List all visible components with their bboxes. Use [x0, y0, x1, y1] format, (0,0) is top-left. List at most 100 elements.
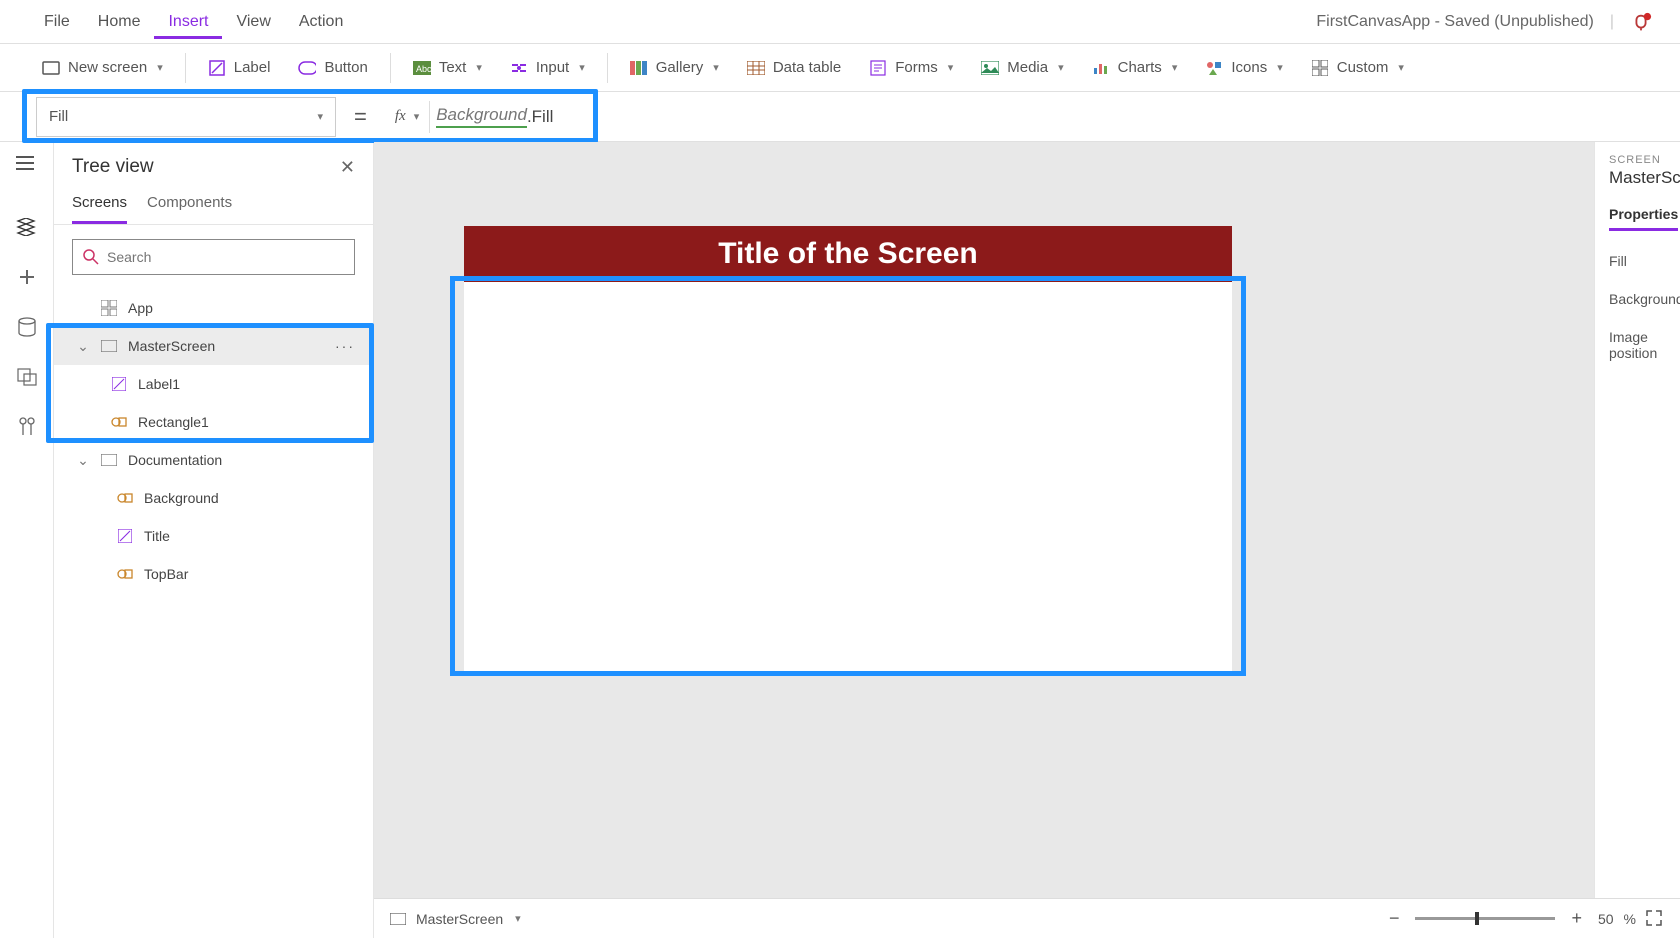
chevron-down-icon: ▾ [1277, 61, 1283, 74]
search-icon [83, 249, 99, 265]
search-input[interactable] [107, 249, 344, 265]
menu-action[interactable]: Action [285, 5, 357, 39]
shape-icon [110, 413, 128, 431]
chevron-down-icon: ▾ [317, 110, 323, 123]
ribbon: New screen▾ Label Button Abc Text▾ Input… [0, 44, 1680, 92]
fx-button[interactable]: fx▾ [385, 108, 429, 125]
zoom-value: 50 [1598, 911, 1614, 927]
label-icon [208, 59, 226, 77]
charts-icon [1092, 59, 1110, 77]
rail-media[interactable] [14, 364, 40, 390]
tree-node-app[interactable]: App [54, 289, 373, 327]
input-button[interactable]: Input▾ [498, 53, 597, 83]
equals-sign: = [336, 104, 385, 130]
more-icon[interactable]: ··· [335, 338, 355, 354]
zoom-pct: % [1624, 911, 1636, 927]
chevron-down-icon[interactable]: ▾ [515, 912, 521, 925]
screen-icon [100, 337, 118, 355]
forms-icon [869, 59, 887, 77]
gallery-icon [630, 59, 648, 77]
tree-node-background[interactable]: Background [54, 479, 373, 517]
canvas-area[interactable]: Title of the Screen [374, 142, 1594, 938]
menu-view[interactable]: View [222, 5, 284, 39]
chevron-down-icon[interactable]: ⌄ [76, 452, 90, 469]
search-box[interactable] [72, 239, 355, 275]
zoom-in-button[interactable]: + [1565, 908, 1588, 929]
charts-button[interactable]: Charts▾ [1080, 53, 1190, 83]
screen-icon [42, 59, 60, 77]
zoom-slider[interactable] [1415, 917, 1555, 920]
tree-node-topbar[interactable]: TopBar [54, 555, 373, 593]
property-selector[interactable]: Fill ▾ [36, 97, 336, 137]
screen-canvas[interactable]: Title of the Screen [464, 226, 1232, 672]
screen-icon [100, 451, 118, 469]
data-table-button[interactable]: Data table [735, 53, 853, 83]
label-icon [116, 527, 134, 545]
tab-screens[interactable]: Screens [72, 194, 127, 224]
svg-text:Abc: Abc [416, 64, 431, 74]
icons-icon [1205, 59, 1223, 77]
gallery-button[interactable]: Gallery▾ [618, 53, 731, 83]
label-icon [110, 375, 128, 393]
label-button[interactable]: Label [196, 53, 283, 83]
button-button[interactable]: Button [286, 53, 379, 83]
close-icon[interactable]: ✕ [340, 157, 355, 178]
zoom-out-button[interactable]: − [1383, 908, 1406, 929]
formula-input[interactable]: Background.Fill [430, 105, 600, 128]
menu-file[interactable]: File [30, 5, 84, 39]
new-screen-button[interactable]: New screen▾ [30, 53, 175, 83]
menu-bar: File Home Insert View Action FirstCanvas… [0, 0, 1680, 44]
tree-node-masterscreen[interactable]: ⌄ MasterScreen ··· [54, 327, 373, 365]
health-icon[interactable] [1630, 12, 1650, 32]
tree-list: App ⌄ MasterScreen ··· Label1 Rectangle1… [54, 289, 373, 938]
menu-insert[interactable]: Insert [154, 5, 222, 39]
rail-insert[interactable] [14, 264, 40, 290]
table-icon [747, 59, 765, 77]
tree-node-title[interactable]: Title [54, 517, 373, 555]
shape-icon [116, 565, 134, 583]
text-icon: Abc [413, 59, 431, 77]
rail-tools[interactable] [14, 414, 40, 440]
chevron-down-icon: ▾ [1058, 61, 1064, 74]
tab-components[interactable]: Components [147, 194, 232, 224]
formula-bar: Fill ▾ = fx▾ Background.Fill [0, 92, 1680, 142]
app-title: FirstCanvasApp - Saved (Unpublished) [1316, 13, 1593, 31]
tree-node-label1[interactable]: Label1 [54, 365, 373, 403]
tree-node-rectangle1[interactable]: Rectangle1 [54, 403, 373, 441]
hamburger-icon[interactable] [16, 156, 34, 170]
chevron-down-icon[interactable]: ⌄ [76, 338, 90, 355]
chevron-down-icon: ▾ [1172, 61, 1178, 74]
menu-home[interactable]: Home [84, 5, 155, 39]
chevron-down-icon: ▾ [1398, 61, 1404, 74]
left-rail [0, 142, 54, 938]
prop-background[interactable]: Background [1609, 291, 1680, 307]
media-button[interactable]: Media▾ [969, 53, 1075, 83]
chevron-down-icon: ▾ [713, 61, 719, 74]
chevron-down-icon: ▾ [579, 61, 585, 74]
tree-title: Tree view [72, 156, 154, 178]
props-element-name: MasterScreen [1609, 168, 1680, 188]
status-bar: MasterScreen ▾ − + 50 % [374, 898, 1680, 938]
icons-button[interactable]: Icons▾ [1193, 53, 1294, 83]
rail-tree-view[interactable] [14, 214, 40, 240]
chevron-down-icon: ▾ [476, 61, 482, 74]
tree-node-documentation[interactable]: ⌄ Documentation [54, 441, 373, 479]
tree-view-pane: Tree view ✕ Screens Components App ⌄ Mas… [54, 142, 374, 938]
input-icon [510, 59, 528, 77]
tab-properties[interactable]: Properties [1609, 206, 1678, 231]
rail-data[interactable] [14, 314, 40, 340]
prop-fill[interactable]: Fill [1609, 253, 1680, 269]
screen-title-bar[interactable]: Title of the Screen [464, 226, 1232, 282]
chevron-down-icon: ▾ [948, 61, 954, 74]
shape-icon [116, 489, 134, 507]
screen-icon [390, 913, 406, 925]
fit-to-window-icon[interactable] [1646, 910, 1664, 928]
prop-image-position[interactable]: Image position [1609, 329, 1680, 361]
media-icon [981, 59, 999, 77]
status-screen-name[interactable]: MasterScreen [416, 911, 503, 927]
text-button[interactable]: Abc Text▾ [401, 53, 494, 83]
custom-button[interactable]: Custom▾ [1299, 53, 1416, 83]
properties-pane: SCREEN MasterScreen Properties Fill Back… [1594, 142, 1680, 938]
button-icon [298, 59, 316, 77]
forms-button[interactable]: Forms▾ [857, 53, 965, 83]
